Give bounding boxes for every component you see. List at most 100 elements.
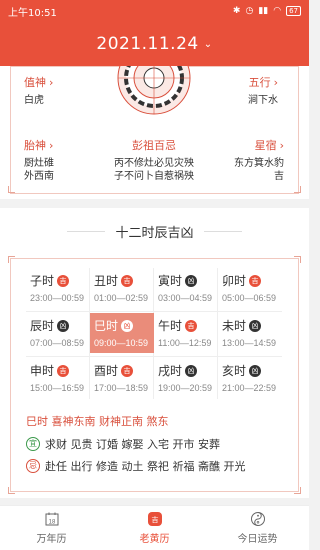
hour-name: 午时吉	[158, 317, 218, 334]
chevron-right-icon: ›	[279, 138, 284, 152]
hour-badge: 吉	[121, 364, 134, 377]
date-picker-button[interactable]: 2021.11.24 ⌄	[96, 34, 212, 54]
hour-name-text: 未时	[222, 319, 247, 333]
hour-name-text: 申时	[30, 364, 55, 378]
hour-badge: 凶	[121, 319, 134, 332]
hour-cell[interactable]: 卯时吉 05:00—06:59	[218, 268, 282, 308]
hour-badge: 凶	[185, 274, 198, 287]
pengzu-value-1: 丙不修灶必见灾殃	[114, 158, 194, 169]
hour-time: 01:00—02:59	[94, 293, 149, 303]
ji-row: 忌 赴任 出行 修造 动土 祭祀 祈福 斋醮 开光	[26, 458, 245, 474]
hour-name: 丑时吉	[94, 272, 154, 289]
hour-badge: 凶	[57, 319, 70, 332]
hour-name-text: 寅时	[158, 274, 183, 288]
hour-name-text: 午时	[158, 319, 183, 333]
zhishen-cell[interactable]: 值神 › 白虎	[24, 74, 53, 107]
xingsu-title: 星宿	[254, 139, 277, 152]
wifi-icon: ◠	[273, 6, 282, 16]
hour-badge: 吉	[249, 274, 262, 287]
yi-text: 求财 见贵 订婚 嫁娶 入宅 开市 安葬	[45, 438, 220, 451]
hour-badge: 凶	[249, 364, 262, 377]
hour-time: 05:00—06:59	[222, 293, 277, 303]
hour-cell[interactable]: 寅时凶 03:00—04:59	[154, 268, 218, 308]
hour-badge: 吉	[121, 274, 134, 287]
hour-cell[interactable]: 巳时凶 09:00—10:59	[90, 313, 154, 353]
hour-name: 酉时吉	[94, 362, 154, 379]
tab-jinriyunshi[interactable]: 今日运势	[206, 506, 309, 550]
chevron-down-icon: ⌄	[203, 38, 213, 50]
title-line	[203, 231, 242, 232]
title-line	[67, 231, 106, 232]
hour-cell[interactable]: 午时吉 11:00—12:59	[154, 313, 218, 353]
status-icons: ✱ ◷ ▮▮ ◠ 67	[233, 6, 301, 16]
hour-name-text: 子时	[30, 274, 55, 288]
chevron-right-icon: ›	[273, 75, 278, 89]
hour-name-text: 亥时	[222, 364, 247, 378]
frame-corner	[294, 186, 301, 193]
hour-name: 寅时凶	[158, 272, 218, 289]
hour-time: 11:00—12:59	[158, 338, 212, 348]
hour-cell[interactable]: 酉时吉 17:00—18:59	[90, 358, 154, 398]
hour-name: 戌时凶	[158, 362, 218, 379]
pengzu-value-2: 子不问卜自惹祸殃	[114, 171, 194, 182]
hour-name: 卯时吉	[222, 272, 282, 289]
taishen-title: 胎神	[24, 139, 46, 152]
battery-icon: 67	[286, 6, 301, 16]
hour-time: 09:00—10:59	[94, 338, 149, 348]
taishen-cell[interactable]: 胎神 › 厨灶碓 外西南	[24, 137, 54, 183]
tab-wannianli[interactable]: 18 万年历	[0, 506, 103, 550]
hour-badge: 吉	[185, 319, 198, 332]
zhishen-title: 值神	[24, 76, 46, 89]
tab-label: 万年历	[36, 534, 67, 545]
frame-corner	[8, 256, 15, 263]
hour-badge: 吉	[57, 364, 70, 377]
bottom-tab-bar: 18 万年历 吉 老黄历 今日运势	[0, 505, 309, 550]
almanac-icon: 吉	[147, 512, 162, 526]
hour-cell[interactable]: 丑时吉 01:00—02:59	[90, 268, 154, 308]
hour-name-text: 戌时	[158, 364, 183, 378]
zhishen-value: 白虎	[24, 95, 44, 106]
yi-row: 宜 求财 见贵 订婚 嫁娶 入宅 开市 安葬	[26, 436, 220, 452]
pengzu-cell[interactable]: 彭祖百忌 丙不修灶必见灾殃 子不问卜自惹祸殃	[104, 137, 204, 183]
hour-name-text: 巳时	[94, 319, 119, 333]
hour-name: 亥时凶	[222, 362, 282, 379]
hour-cell[interactable]: 辰时凶 07:00—08:59	[26, 313, 90, 353]
frame-corner	[294, 256, 301, 263]
hour-time: 07:00—08:59	[30, 338, 85, 348]
frame-corner	[294, 487, 301, 494]
hour-name-text: 酉时	[94, 364, 119, 378]
chevron-right-icon: ›	[49, 138, 54, 152]
tab-laohuangli[interactable]: 吉 老黄历	[103, 506, 206, 550]
chevron-right-icon: ›	[49, 75, 54, 89]
hour-cell[interactable]: 戌时凶 19:00—20:59	[154, 358, 218, 398]
hour-cell[interactable]: 申时吉 15:00—16:59	[26, 358, 90, 398]
status-time: 上午10:51	[8, 7, 57, 19]
wuxing-title: 五行	[248, 76, 271, 89]
hour-time: 21:00—22:59	[222, 383, 277, 393]
xingsu-value-2: 吉	[274, 171, 284, 182]
hour-time: 19:00—20:59	[158, 383, 213, 393]
xingsu-cell[interactable]: 星宿 › 东方箕水豹 吉	[222, 137, 284, 183]
bluetooth-icon: ✱	[232, 6, 241, 16]
hour-cell[interactable]: 亥时凶 21:00—22:59	[218, 358, 282, 398]
hour-time: 17:00—18:59	[94, 383, 149, 393]
taishen-value-1: 厨灶碓	[24, 158, 54, 169]
calendar-icon: 18	[45, 512, 58, 526]
hour-cell[interactable]: 子时吉 23:00—00:59	[26, 268, 90, 308]
hour-badge: 凶	[185, 364, 198, 377]
hour-cell[interactable]: 未时凶 13:00—14:59	[218, 313, 282, 353]
hour-name-text: 丑时	[94, 274, 119, 288]
hour-name: 辰时凶	[30, 317, 90, 334]
status-bar: 上午10:51 ✱ ◷ ▮▮ ◠ 67	[0, 0, 309, 22]
hour-badge: 凶	[249, 319, 262, 332]
compass-wheel	[116, 66, 192, 116]
tab-label: 今日运势	[237, 534, 278, 545]
tab-label: 老黄历	[139, 534, 170, 545]
hour-name: 申时吉	[30, 362, 90, 379]
hour-time: 15:00—16:59	[30, 383, 85, 393]
wuxing-cell[interactable]: 五行 › 涧下水	[248, 74, 278, 107]
hour-time: 13:00—14:59	[222, 338, 277, 348]
hour-badge: 吉	[57, 274, 70, 287]
section-title: 十二时辰吉凶	[0, 222, 309, 241]
alarm-icon: ◷	[245, 6, 254, 16]
